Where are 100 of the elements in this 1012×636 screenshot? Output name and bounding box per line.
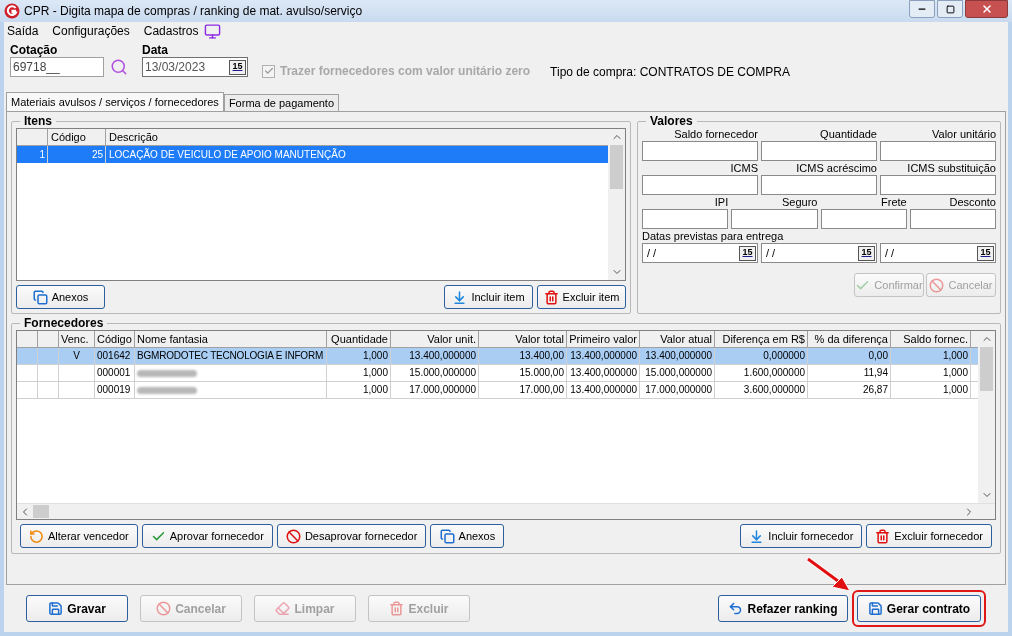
copy-icon — [32, 289, 48, 305]
table-row[interactable]: 000019 1,000 17.000,000000 17.000,00 13.400,000000 17.000,000000 3.600,000000 26,87 1,000 — [17, 382, 978, 399]
column-header[interactable]: Venc. — [59, 331, 95, 347]
field-label: Seguro — [781, 196, 818, 209]
return-arrow-icon — [728, 601, 744, 616]
calendar-button[interactable]: 15 — [739, 245, 756, 261]
input-field[interactable] — [820, 209, 907, 229]
purchase-type-text: Tipo de compra: CONTRATOS DE COMPRA — [550, 64, 790, 81]
download-icon — [749, 528, 765, 544]
column-header[interactable]: % da diferença — [808, 331, 891, 347]
table-cell: 25 — [48, 146, 106, 163]
cancel-button[interactable]: Desaprovar fornecedor — [276, 524, 427, 548]
table-cell-text: 13.400,000000 — [569, 349, 637, 363]
field-label: ICMS substituição — [906, 162, 996, 175]
maximize-icon — [945, 4, 955, 14]
scroll-thumb[interactable] — [980, 347, 993, 391]
floppy-icon — [867, 601, 883, 616]
column-header[interactable]: Nome fantasia — [135, 331, 327, 347]
menu-item[interactable]: Cadastros — [143, 22, 199, 40]
column-header[interactable]: Saldo fornec. — [891, 331, 971, 347]
input-field[interactable] — [731, 209, 818, 229]
horizontal-scrollbar[interactable] — [17, 503, 995, 519]
table-cell-text: LOCAÇÃO DE VEICULO DE APOIO MANUTENÇÃO — [108, 147, 347, 162]
scroll-thumb[interactable] — [610, 145, 623, 189]
table-cell-text: V — [72, 349, 81, 363]
tab[interactable]: Materiais avulsos / serviços / fornecedores — [6, 92, 224, 111]
column-header[interactable]: Diferença em R$ — [715, 331, 808, 347]
input-field[interactable] — [880, 141, 996, 161]
input-field[interactable] — [761, 175, 877, 195]
tab[interactable]: Forma de pagamento — [223, 94, 340, 111]
column-header[interactable]: Primeiro valor — [567, 331, 640, 347]
save-button[interactable]: Gerar contrato — [857, 595, 981, 622]
table-cell-text: 13.400,00 — [518, 349, 564, 363]
table-row[interactable]: 1 25 LOCAÇÃO DE VEICULO DE APOIO MANUTENÇÃO — [17, 146, 608, 163]
date-field[interactable]: / / 15 — [761, 243, 877, 263]
table-cell-text: 1,000 — [941, 383, 968, 397]
delete-button[interactable]: Excluir item — [537, 285, 626, 309]
table-cell-text: 15.000,000000 — [408, 366, 476, 380]
field-label: IPI — [713, 196, 729, 209]
copy-icon — [439, 528, 455, 544]
table-cell-text: 1,000 — [361, 349, 388, 363]
column-header[interactable]: Valor atual — [640, 331, 715, 347]
vertical-scrollbar[interactable] — [608, 129, 625, 280]
pointer-arrow — [806, 557, 852, 593]
group-title: Itens — [23, 114, 53, 128]
field-label: Cotação — [10, 44, 59, 57]
table-cell-text: BGMRODOTEC TECNOLOGIA E INFORM — [137, 349, 324, 363]
close-button[interactable] — [965, 0, 1008, 18]
menu-item[interactable]: Saída — [7, 22, 39, 40]
swap-button[interactable]: Alterar vencedor — [20, 524, 138, 548]
column-header[interactable]: Quantidade — [327, 331, 391, 347]
vertical-scrollbar[interactable] — [978, 331, 995, 503]
quotation-field[interactable]: 69718__ — [10, 57, 104, 77]
table-cell-text: 1.600,000000 — [742, 366, 805, 380]
table-row[interactable]: V 001642 BGMRODOTEC TECNOLOGIA E INFORM 1,000 13.400,000000 13.400,00 13.400,000000 13.400,000000 0,000000 0,00 1,000 — [17, 348, 978, 365]
input-field[interactable] — [642, 141, 758, 161]
attach-button[interactable]: Anexos — [16, 285, 105, 309]
add-button[interactable]: Incluir fornecedor — [740, 524, 863, 548]
group-title: Fornecedores — [23, 316, 105, 330]
redo-button[interactable]: Refazer ranking — [718, 595, 848, 622]
date-field[interactable]: 13/03/2023 15 — [142, 57, 248, 77]
field-label: Desconto — [948, 196, 996, 209]
add-button[interactable]: Incluir item — [444, 285, 533, 309]
close-icon — [980, 3, 993, 15]
column-header[interactable]: Valor unit. — [391, 331, 479, 347]
table-cell-text: 17.000,000000 — [408, 383, 476, 397]
input-field[interactable] — [909, 209, 996, 229]
minimize-button[interactable] — [909, 0, 935, 18]
date-field[interactable]: / / 15 — [880, 243, 996, 263]
calendar-button[interactable]: 15 — [977, 245, 994, 261]
calendar-button[interactable]: 15 — [229, 59, 246, 75]
input-field[interactable] — [880, 175, 996, 195]
table-cell-text: 15.000,00 — [518, 366, 564, 380]
table-cell-text: 3.600,000000 — [742, 383, 805, 397]
field-label: Data — [142, 44, 169, 57]
delete-button[interactable]: Excluir fornecedor — [866, 524, 992, 548]
maximize-button[interactable] — [937, 0, 963, 18]
search-icon[interactable] — [110, 58, 128, 76]
monitor-icon[interactable] — [204, 22, 222, 40]
scroll-thumb[interactable] — [33, 505, 49, 518]
window-title: CPR - Digita mapa de compras / ranking de mat. avulso/serviço — [24, 3, 363, 20]
menu-item[interactable]: Configurações — [52, 22, 130, 40]
confirm-button[interactable]: Aprovar fornecedor — [141, 524, 273, 548]
table-cell-text: 0,00 — [867, 349, 888, 363]
table-row[interactable]: 000001 1,000 15.000,000000 15.000,00 13.400,000000 15.000,000000 1.600,000000 11,94 1,000 — [17, 365, 978, 382]
calendar-button[interactable]: 15 — [858, 245, 875, 261]
input-field[interactable] — [761, 141, 877, 161]
column-header[interactable]: Descrição — [106, 129, 608, 145]
save-button[interactable]: Gravar — [26, 595, 128, 622]
date-field[interactable]: / / 15 — [642, 243, 758, 263]
input-field[interactable] — [642, 209, 729, 229]
table-cell: 1 — [17, 146, 48, 163]
input-field[interactable] — [642, 175, 758, 195]
column-header[interactable]: Código — [95, 331, 135, 347]
table-cell-text: 13.400,000000 — [644, 349, 712, 363]
table-cell-text: 13.400,000000 — [569, 366, 637, 380]
attach-button[interactable]: Anexos — [430, 524, 505, 548]
column-header[interactable]: Código — [48, 129, 106, 145]
table-cell-text: 1,000 — [941, 349, 968, 363]
column-header[interactable]: Valor total — [479, 331, 567, 347]
